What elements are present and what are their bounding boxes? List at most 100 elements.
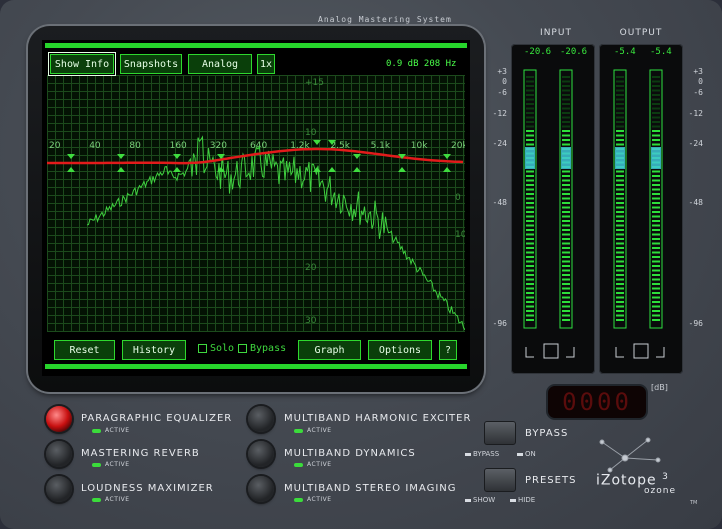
meter-scale-label: -96 — [688, 319, 703, 328]
freq-tick-label: 160 — [170, 141, 187, 151]
hide-opt-text: HIDE — [518, 496, 536, 504]
active-led-icon — [294, 497, 303, 502]
trademark: TM — [690, 500, 698, 506]
module-name: MASTERING REVERB — [81, 448, 200, 459]
eq-graph[interactable]: 2040801603206401.2k2.5k5.1k10k20k+151001… — [47, 75, 468, 332]
meter-scale-label: -12 — [688, 109, 703, 118]
module-status: ACTIVE — [294, 461, 332, 468]
options-button[interactable]: Options — [368, 340, 432, 360]
analog-button[interactable]: Analog — [188, 54, 252, 74]
module-status-text: ACTIVE — [105, 461, 130, 468]
top-accent-bar — [45, 43, 467, 48]
mastering-reverb-toggle[interactable] — [46, 441, 72, 467]
product-name: ozone — [644, 486, 676, 496]
meter-scale-label: 0 — [698, 77, 703, 86]
paragraphic-eq-toggle[interactable] — [46, 406, 72, 432]
band-handle-top-icon — [117, 154, 125, 159]
help-button[interactable]: ? — [439, 340, 457, 360]
band-handle-top-icon — [313, 140, 321, 145]
module-status: ACTIVE — [92, 461, 130, 468]
output-meter-title: OUTPUT — [619, 28, 663, 38]
spectrum-trace — [86, 135, 466, 331]
show-info-button[interactable]: Show Info — [48, 52, 116, 76]
module-status-text: ACTIVE — [105, 427, 130, 434]
solo-checkbox[interactable]: Solo — [198, 343, 234, 354]
db-tick-label: 10 — [305, 128, 317, 138]
solo-checkbox-box[interactable] — [198, 343, 207, 353]
active-led-icon — [294, 462, 303, 467]
meter-scale-label: -48 — [688, 198, 703, 207]
output-right-value: -5.4 — [650, 47, 672, 57]
freq-tick-label: 40 — [89, 141, 101, 151]
bypass-checkbox[interactable]: Bypass — [238, 343, 286, 354]
band-handle-bottom-icon — [398, 167, 406, 172]
presets-button[interactable] — [484, 468, 516, 492]
module-status: ACTIVE — [294, 427, 332, 434]
input-meter-title: INPUT — [540, 28, 572, 38]
snapshots-button[interactable]: Snapshots — [120, 54, 182, 74]
input-meter — [511, 44, 595, 374]
app-subtitle: Analog Mastering System — [318, 15, 452, 24]
module-name: LOUDNESS MAXIMIZER — [81, 483, 214, 494]
meter-scale-label: -24 — [492, 139, 507, 148]
band-handle-bottom-icon — [353, 167, 361, 172]
multiband-dynamics-toggle[interactable] — [248, 441, 274, 467]
loudness-maximizer-toggle[interactable] — [46, 476, 72, 502]
on-opt-text: ON — [525, 450, 536, 458]
marker-icon — [465, 498, 471, 502]
band-handle-bottom-icon — [443, 167, 451, 172]
reset-button[interactable]: Reset — [54, 340, 115, 360]
led-readout: 0000 — [548, 386, 646, 418]
output-left-value: -5.4 — [614, 47, 636, 57]
marker-icon — [517, 452, 523, 456]
bottom-accent-bar — [45, 364, 467, 369]
active-led-icon — [92, 462, 101, 467]
module-name: MULTIBAND DYNAMICS — [284, 448, 416, 459]
stereo-imaging-toggle[interactable] — [248, 476, 274, 502]
input-left-value: -20.6 — [524, 47, 552, 57]
history-button[interactable]: History — [122, 340, 186, 360]
meter-scale-label: -96 — [492, 319, 507, 328]
meter-scale-label: -24 — [688, 139, 703, 148]
module-name: MULTIBAND STEREO IMAGING — [284, 483, 457, 494]
bypass-option-bypass: BYPASS — [465, 450, 499, 458]
harmonic-exciter-toggle[interactable] — [248, 406, 274, 432]
module-name: PARAGRAPHIC EQUALIZER — [81, 413, 233, 424]
meter-scale-label: -12 — [492, 109, 507, 118]
db-tick-label: 20 — [305, 263, 317, 273]
show-opt-text: SHOW — [473, 496, 496, 504]
db-tick-label: 30 — [305, 316, 317, 326]
presets-label: PRESETS — [525, 475, 577, 486]
active-led-icon — [92, 497, 101, 502]
meter-scale-label: +3 — [497, 67, 507, 76]
band-handle-bottom-icon — [117, 167, 125, 172]
module-status-text: ACTIVE — [105, 496, 130, 503]
molecule-logo-icon — [599, 437, 661, 473]
eq-graph-canvas[interactable]: 2040801603206401.2k2.5k5.1k10k20k+151001… — [47, 75, 468, 332]
presets-option-hide: HIDE — [510, 496, 535, 504]
meter-scale-label: -6 — [693, 88, 703, 97]
graph-button[interactable]: Graph — [298, 340, 361, 360]
bypass-button[interactable] — [484, 421, 516, 445]
module-status: ACTIVE — [92, 496, 130, 503]
module-status-text: ACTIVE — [307, 461, 332, 468]
input-right-value: -20.6 — [560, 47, 588, 57]
band-handle-top-icon — [67, 154, 75, 159]
meter-scale-label: -6 — [497, 88, 507, 97]
freq-tick-label: 5.1k — [371, 141, 391, 151]
zoom-button[interactable]: 1x — [257, 54, 275, 74]
db-tick-label: 10 — [455, 230, 465, 240]
bypass-opt-text: BYPASS — [473, 450, 500, 458]
bypass-checkbox-box[interactable] — [238, 343, 247, 353]
module-status: ACTIVE — [92, 427, 130, 434]
module-name: MULTIBAND HARMONIC EXCITER — [284, 413, 472, 424]
freq-tick-label: 80 — [129, 141, 141, 151]
band-handle-top-icon — [353, 154, 361, 159]
band-handle-bottom-icon — [173, 167, 181, 172]
brand-version: 3 — [662, 472, 669, 482]
freq-tick-label: 640 — [250, 141, 267, 151]
bypass-label: BYPASS — [525, 428, 569, 439]
meter-scale-label: 0 — [502, 77, 507, 86]
marker-icon — [465, 452, 471, 456]
bypass-check-label: Bypass — [250, 343, 287, 354]
